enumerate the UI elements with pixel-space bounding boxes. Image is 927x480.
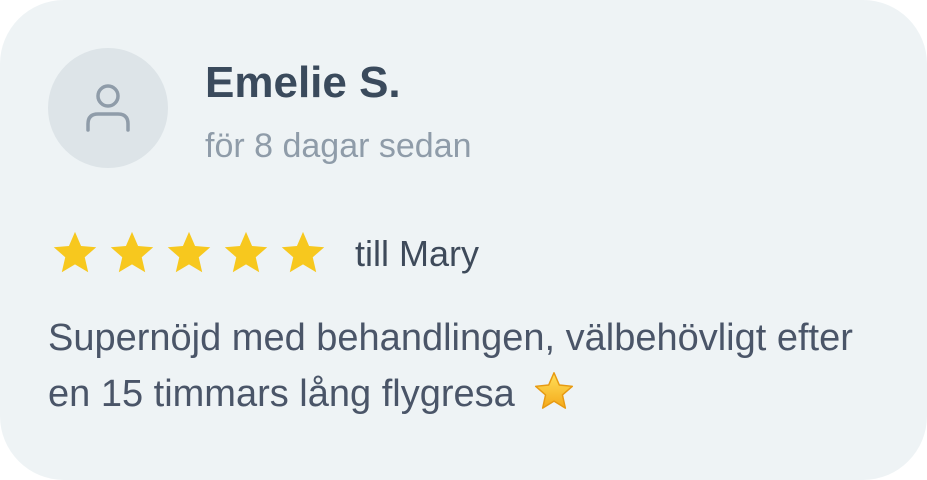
- star-icon: [281, 231, 325, 273]
- rating-row: till Mary: [48, 226, 479, 282]
- review-recipient: till Mary: [355, 233, 479, 274]
- star-emoji-icon: [534, 372, 573, 409]
- star-icon: [224, 231, 268, 273]
- star-rating: [48, 228, 333, 280]
- user-icon: [86, 84, 130, 132]
- star-icon: [53, 231, 97, 273]
- review-text: Supernöjd med behandlingen, välbehövligt…: [48, 310, 878, 422]
- reviewer-name: Emelie S.: [205, 58, 401, 107]
- avatar: [48, 48, 168, 168]
- review-timestamp: för 8 dagar sedan: [205, 127, 472, 165]
- review-body: Supernöjd med behandlingen, välbehövligt…: [48, 317, 853, 415]
- review-card: Emelie S. för 8 dagar sedan till Mary Su…: [0, 0, 927, 480]
- star-icon: [110, 231, 154, 273]
- star-icon: [167, 231, 211, 273]
